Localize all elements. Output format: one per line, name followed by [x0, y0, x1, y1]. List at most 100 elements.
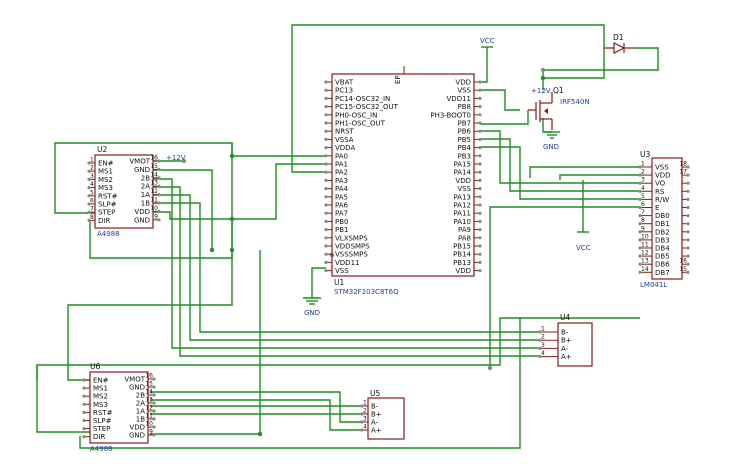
pin-label: GND — [129, 432, 145, 440]
junction-dot — [540, 75, 546, 81]
gnd-u1-symbol: GND — [303, 297, 321, 317]
pin-label: 2A — [141, 183, 150, 191]
pin-label: VMOT — [124, 376, 145, 384]
pin-label: PA13 — [454, 193, 471, 201]
pin-number: 14 — [150, 171, 158, 178]
pin-number: 1 — [363, 400, 367, 407]
pin-number: 15 — [679, 266, 687, 273]
pin-end-dot — [324, 80, 328, 84]
pin-label: PA5 — [335, 193, 348, 201]
pin-label: PA0 — [335, 152, 348, 160]
gnd-q1-symbol: GND — [543, 131, 560, 151]
pin-end-dot — [478, 219, 482, 223]
pin-label: PH3-BOOT0 — [430, 111, 471, 119]
u2-plus12v-label: +12V — [166, 154, 186, 162]
pin-label: PB4 — [458, 144, 472, 152]
pin-end-dot — [478, 236, 482, 240]
q1-mosfet[interactable]: +12V Q1 IRF540N — [528, 86, 590, 130]
pin-end-dot — [324, 211, 328, 215]
pin-label: 1B — [141, 200, 150, 208]
pin-label: VSSA — [335, 136, 354, 144]
u3-right-pins: 1817 1615 — [679, 161, 690, 274]
u6-driver[interactable]: EN#MS1MS2MS3RST#SLP#STEPDIR VMOT 16GND 152… — [82, 362, 156, 453]
pin-label: DIR — [93, 433, 105, 441]
q1-value: IRF540N — [560, 98, 590, 106]
pin-end-dot — [478, 203, 482, 207]
pin-label: VDDA — [335, 144, 355, 152]
pin-end-dot — [478, 88, 482, 92]
pin-number: 15 — [150, 163, 158, 170]
pin-end-dot — [324, 203, 328, 207]
vcc-mid-symbol: VCC — [576, 231, 591, 252]
wire-u6-top — [36, 317, 640, 380]
pin-end-dot — [82, 394, 86, 398]
pin-number: 3 — [363, 416, 367, 423]
pin-label: A+ — [371, 427, 382, 435]
u1-value: STM32F103C8T6Q — [334, 288, 399, 296]
pin-number: 8 — [641, 217, 645, 224]
pin-label: PA12 — [454, 202, 471, 210]
pin-end-dot — [478, 187, 482, 191]
pin-label: DB1 — [655, 220, 670, 228]
pin-label: PC15-OSC32_OUT — [335, 103, 399, 111]
pin-end-dot — [324, 244, 328, 248]
pin-label: B+ — [371, 411, 382, 419]
pin-label: PA7 — [335, 210, 348, 218]
pin-label: PA3 — [335, 177, 348, 185]
pin-number: 4 — [641, 185, 645, 192]
pin-end-dot — [686, 238, 690, 242]
u2-driver[interactable]: EN# 1 MS1 2 MS2 3 MS3 4 RST# 5 SLP# 6 STEP 7 DIR 8 VMOT… — [87, 145, 186, 238]
pin-label: VDD — [455, 177, 471, 185]
pin-label: PB14 — [453, 251, 471, 259]
pin-number: 3 — [90, 173, 94, 180]
pin-end-dot — [478, 252, 482, 256]
pin-end-dot — [82, 418, 86, 423]
u2-left-pins: EN# 1 MS1 2 MS2 3 MS3 4 RST# 5 SLP# 6 STEP 7 DIR 8 — [87, 157, 118, 225]
pin-number: 2 — [363, 408, 367, 415]
pin-label: 2B — [141, 174, 150, 182]
pin-end-dot — [478, 96, 482, 100]
wire-u1-right-fet — [480, 89, 520, 111]
pin-label: VDD — [455, 79, 471, 87]
d1-triangle — [613, 42, 626, 54]
pin-number: 17 — [679, 169, 687, 176]
pin-number: 9 — [641, 225, 645, 232]
pin-label: 2A — [136, 400, 145, 408]
pin-label: MS3 — [98, 184, 113, 192]
pin-number: 3 — [541, 342, 545, 349]
wire-d1-to-fet — [543, 48, 605, 79]
pin-label: DB7 — [655, 269, 670, 277]
d1-ref: D1 — [613, 33, 624, 42]
pin-end-dot — [686, 246, 690, 250]
pin-label: PB15 — [453, 243, 471, 251]
u3-lcd[interactable]: VSS 1 VDD 2 VO 3 RS 4 R/W 5 E 6 DB0 7 DB1 8 DB2 9 DB3 10 DB4… — [638, 150, 690, 289]
pin-label: VDD — [655, 172, 671, 180]
pin-label: PA4 — [335, 185, 349, 193]
pin-label: VBAT — [335, 79, 354, 87]
u4-motor[interactable]: B- 1 B+ 2 A- 3 A+ 4 U4 — [538, 313, 593, 367]
u4-pins: B- 1 B+ 2 A- 3 A+ 4 — [538, 326, 572, 361]
junction-dot — [209, 247, 215, 253]
u2-value: A4988 — [97, 230, 120, 238]
u1-ref: U1 — [334, 278, 344, 287]
u5-motor[interactable]: B- 1 B+ 2 A- 3 A+ 4 U5 — [360, 389, 405, 440]
pin-end-dot — [324, 260, 328, 264]
pin-label: VO — [655, 180, 666, 188]
wire-lcd-vss — [529, 166, 640, 178]
pin-label: PC13 — [335, 87, 353, 95]
pin-label: DB6 — [655, 261, 670, 269]
pin-label: PA2 — [335, 169, 348, 177]
pin-number: 18 — [679, 161, 687, 168]
pin-number: 15 — [145, 381, 153, 388]
pin-label: B- — [371, 403, 379, 411]
pin-number: 5 — [641, 193, 645, 200]
d1-diode[interactable]: D1 — [604, 33, 636, 54]
pin-label: GND — [129, 384, 145, 392]
pin-label: VDD — [134, 208, 150, 216]
u1-mcu[interactable]: EP VBATPC13PC14-OSC32_INPC15-OSC32_OUTPH… — [324, 66, 482, 296]
pin-number: 2 — [641, 169, 645, 176]
junction-dot — [229, 216, 235, 222]
pin-end-dot — [478, 178, 482, 182]
pin-end-dot — [82, 435, 86, 439]
pin-end-dot — [324, 236, 328, 240]
